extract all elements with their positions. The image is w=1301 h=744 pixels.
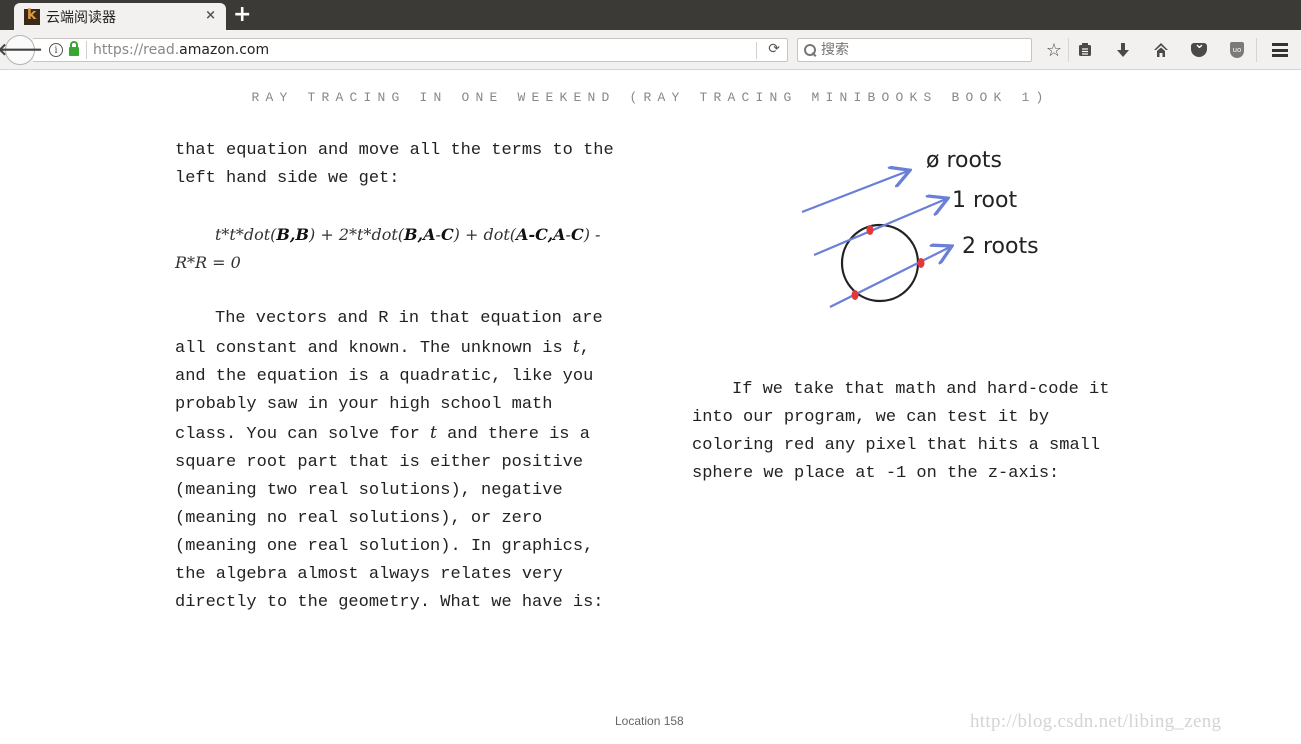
pocket-icon[interactable] xyxy=(1188,37,1210,61)
kindle-k-icon: k xyxy=(24,7,40,25)
watermark: http://blog.csdn.net/libing_zeng xyxy=(970,711,1222,732)
label-two-roots: 2 roots xyxy=(962,234,1039,259)
browser-tab[interactable]: k 云端阅读器 × xyxy=(14,3,226,30)
sphere xyxy=(840,223,920,303)
search-input[interactable] xyxy=(821,42,1021,58)
ublock-icon[interactable]: uo xyxy=(1226,39,1248,61)
ray-two-hits xyxy=(829,247,950,308)
reload-icon[interactable]: ⟳ xyxy=(768,41,780,57)
lock-icon[interactable] xyxy=(69,41,79,56)
toolbar-divider xyxy=(1068,38,1069,62)
right-column: If we take that math and hard-code it in… xyxy=(692,376,1122,488)
search-bar[interactable] xyxy=(797,38,1032,62)
url-prefix: https://read. xyxy=(93,42,180,58)
home-icon[interactable] xyxy=(1150,39,1172,61)
equation: t*t*dot(B,B) + 2*t*dot(B,A-C) + dot(A-C,… xyxy=(175,225,601,272)
url-divider xyxy=(86,41,87,59)
url-domain: amazon.com xyxy=(179,42,270,58)
ray-no-hit xyxy=(801,171,908,214)
menu-icon[interactable] xyxy=(1269,39,1291,61)
reload-divider xyxy=(756,42,757,59)
hit-point xyxy=(851,290,859,300)
close-tab-icon[interactable]: × xyxy=(205,8,216,23)
toolbar-divider xyxy=(1256,38,1257,62)
hit-point xyxy=(866,225,874,235)
back-arrow-icon: 🡐 xyxy=(0,40,43,60)
new-tab-button[interactable]: + xyxy=(233,2,251,27)
label-one-root: 1 root xyxy=(952,188,1017,213)
downloads-icon[interactable] xyxy=(1112,39,1134,61)
location-indicator: Location 158 xyxy=(615,714,684,728)
left-column: that equation and move all the terms to … xyxy=(175,137,615,645)
url-bar[interactable]: i https://read.amazon.com ⟳ xyxy=(33,38,788,62)
search-icon xyxy=(804,44,816,56)
book-title: RAY TRACING IN ONE WEEKEND (RAY TRACING … xyxy=(251,90,1050,105)
label-zero-roots: ø roots xyxy=(926,148,1002,173)
bookmark-star-icon[interactable]: ☆ xyxy=(1043,39,1065,61)
ray-sphere-figure: ø roots 1 root 2 roots xyxy=(801,148,1039,308)
url-text[interactable]: https://read.amazon.com xyxy=(93,42,269,58)
paragraph: If we take that math and hard-code it in… xyxy=(692,380,1110,483)
ray-tangent xyxy=(813,199,946,257)
paragraph: that equation and move all the terms to … xyxy=(175,141,614,188)
reading-list-icon[interactable] xyxy=(1074,39,1096,61)
tab-title: 云端阅读器 xyxy=(46,9,116,26)
nav-bar: i https://read.amazon.com ⟳ 🡐 ☆ uo xyxy=(0,30,1301,70)
hit-point xyxy=(917,258,925,268)
back-button[interactable]: 🡐 xyxy=(0,35,43,65)
info-icon[interactable]: i xyxy=(49,43,63,57)
paragraph: The vectors and R in that equation are a… xyxy=(175,309,604,612)
tab-strip: k 云端阅读器 × + xyxy=(0,0,1301,30)
